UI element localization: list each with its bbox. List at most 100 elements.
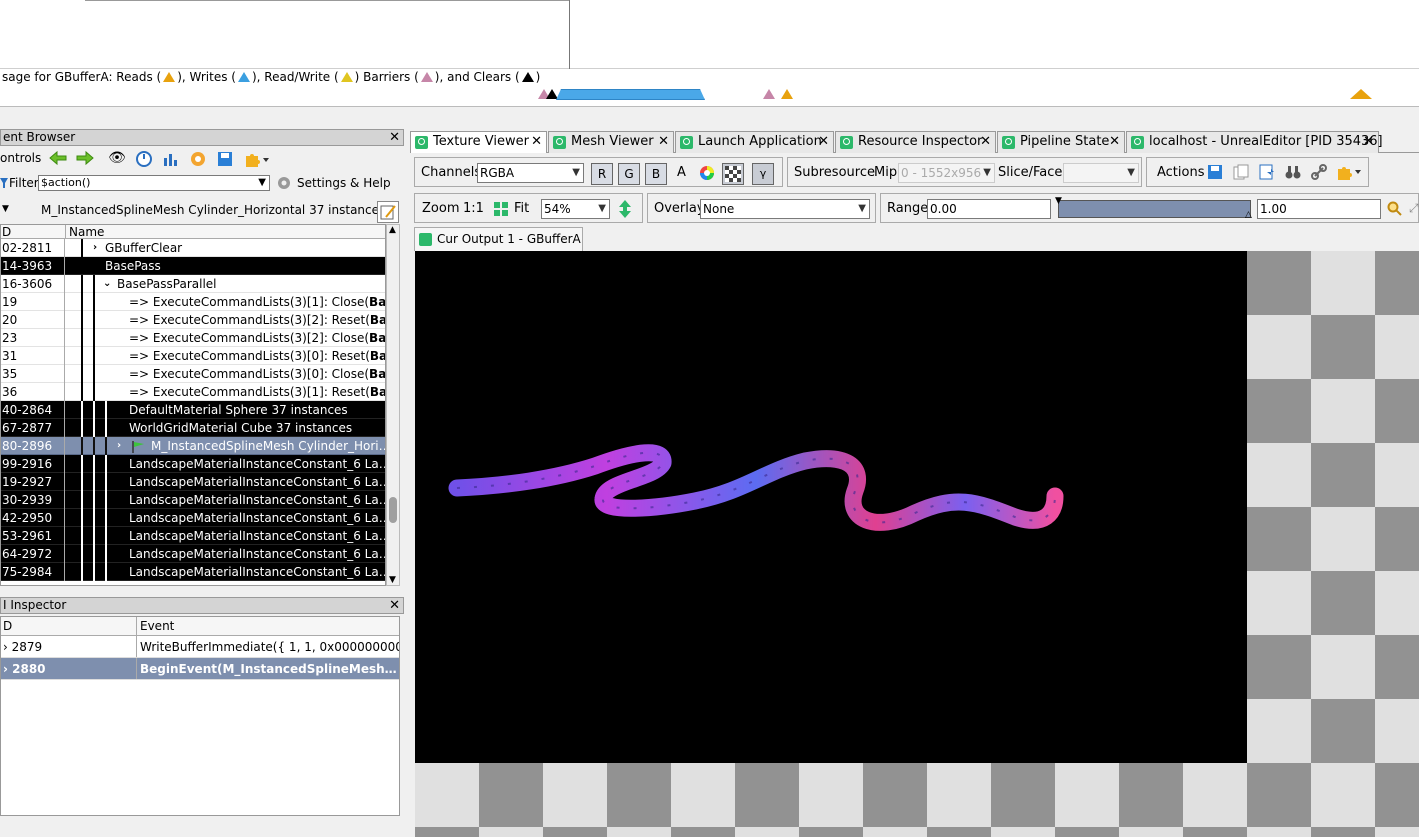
back-arrow-icon[interactable] — [48, 150, 68, 168]
channels-select[interactable]: RGBA ▼ — [477, 163, 584, 183]
read-marker-icon[interactable] — [781, 89, 793, 99]
auto-range-magnifier-icon[interactable] — [1387, 201, 1403, 220]
range-min-input[interactable]: 0.00 — [927, 199, 1051, 219]
chevron-right-icon[interactable]: › — [93, 239, 97, 257]
slice-select[interactable]: ▼ — [1063, 163, 1139, 183]
forward-arrow-icon[interactable] — [75, 150, 95, 168]
table-row[interactable]: 40-2864 DefaultMaterial Sphere 37 instanc… — [1, 401, 385, 419]
save-icon[interactable] — [216, 150, 234, 171]
table-row[interactable]: 64-2972 LandscapeMaterialInstanceConstant… — [1, 545, 385, 563]
filter-input[interactable]: $action() ▼ — [38, 175, 270, 191]
output-tab[interactable]: Cur Output 1 - GBufferA — [414, 227, 583, 251]
close-icon[interactable]: ✕ — [1109, 132, 1120, 152]
checkerboard-toggle[interactable] — [722, 163, 744, 185]
breadcrumb-current[interactable]: M_InstancedSplineMesh Cylinder_Horizonta… — [41, 203, 385, 217]
timer-icon[interactable] — [135, 150, 153, 171]
close-icon[interactable]: ✕ — [531, 132, 542, 152]
tab-launch-application[interactable]: Launch Application ✕ — [675, 131, 834, 153]
chevron-down-icon[interactable]: ▼ — [2, 204, 9, 214]
column-header-name[interactable]: Name — [69, 225, 104, 239]
range-min-handle[interactable]: ▼ — [1055, 196, 1062, 206]
chevron-right-icon[interactable]: › — [117, 437, 121, 455]
channel-g-toggle[interactable]: G — [618, 163, 640, 185]
reset-range-icon[interactable]: ⤢ — [1409, 201, 1419, 216]
table-row[interactable]: 42-2950 LandscapeMaterialInstanceConstant… — [1, 509, 385, 527]
table-row[interactable]: 14-3963 BasePass — [1, 257, 385, 275]
tab-pipeline-state[interactable]: Pipeline State ✕ — [997, 131, 1125, 153]
puzzle-extensions-icon[interactable] — [243, 150, 269, 171]
gear-icon[interactable] — [276, 175, 292, 194]
save-icon[interactable] — [1207, 164, 1223, 183]
edit-note-icon[interactable] — [377, 201, 399, 223]
table-row[interactable]: 53-2961 LandscapeMaterialInstanceConstant… — [1, 527, 385, 545]
column-header-eid[interactable]: D — [2, 225, 11, 239]
table-row[interactable]: 75-2984 LandscapeMaterialInstanceConstant… — [1, 563, 385, 581]
range-max-handle[interactable]: △ — [1245, 210, 1252, 220]
column-header-eid[interactable]: D — [3, 617, 137, 635]
channel-a-toggle[interactable]: A — [677, 165, 686, 180]
stats-icon[interactable] — [162, 150, 180, 171]
write-range-bar[interactable] — [556, 89, 705, 100]
zoom-1to1-button[interactable]: 1:1 — [463, 201, 484, 216]
puzzle-extensions-icon[interactable] — [1337, 164, 1365, 183]
color-wheel-icon[interactable] — [698, 164, 716, 185]
settings-help-button[interactable]: Settings & Help — [297, 176, 391, 190]
range-slider[interactable] — [1058, 200, 1251, 218]
tab-unreal-editor[interactable]: localhost - UnrealEditor [PID 35436] ✕ — [1126, 131, 1383, 153]
overlay-select[interactable]: None ▼ — [700, 199, 870, 219]
table-row[interactable]: 67-2877 WorldGridMaterial Cube 37 instanc… — [1, 419, 385, 437]
table-row[interactable]: 99-2916 LandscapeMaterialInstanceConstant… — [1, 455, 385, 473]
tab-texture-viewer[interactable]: Texture Viewer ✕ — [410, 131, 547, 153]
clear-marker-icon[interactable] — [546, 89, 558, 99]
bookmark-flower-icon[interactable] — [189, 150, 207, 171]
mip-select[interactable]: 0 - 1552x956 ▼ — [898, 163, 995, 183]
range-max-input[interactable]: 1.00 — [1257, 199, 1381, 219]
tab-mesh-viewer[interactable]: Mesh Viewer ✕ — [548, 131, 674, 153]
table-row[interactable]: 16-3606 ⌄ BasePassParallel — [1, 275, 385, 293]
table-row[interactable]: 36 => ExecuteCommandLists(3)[1]: Reset(Ba… — [1, 383, 385, 401]
table-row[interactable]: 30-2939 LandscapeMaterialInstanceConstant… — [1, 491, 385, 509]
chevron-down-icon[interactable]: ⌄ — [103, 275, 111, 293]
read-marker-icon[interactable] — [1350, 89, 1372, 99]
channel-b-toggle[interactable]: B — [645, 163, 667, 185]
table-row[interactable]: 20 => ExecuteCommandLists(3)[2]: Reset(Ba… — [1, 311, 385, 329]
table-row[interactable]: 19 => ExecuteCommandLists(3)[1]: Close(Ba… — [1, 293, 385, 311]
close-icon[interactable]: ✕ — [1363, 132, 1374, 152]
close-icon[interactable]: ✕ — [658, 132, 669, 152]
find-binoculars-icon[interactable] — [1285, 164, 1301, 183]
table-row[interactable]: 80-2896 › M_InstancedSplineMesh Cylinder_H… — [1, 437, 385, 455]
scroll-up-icon[interactable]: ▲ — [389, 225, 396, 235]
table-row-selected[interactable]: › 2880 BeginEvent(M_InstancedSplineMesh… — [1, 658, 399, 680]
scrollbar-thumb[interactable] — [389, 497, 397, 523]
chevron-down-icon[interactable]: ▼ — [258, 176, 266, 190]
link-icon[interactable] — [1311, 164, 1327, 183]
scroll-down-icon[interactable]: ▼ — [389, 575, 396, 585]
copy-icon[interactable] — [1233, 164, 1249, 183]
fit-button[interactable]: Fit — [514, 201, 529, 216]
table-row[interactable]: 19-2927 LandscapeMaterialInstanceConstant… — [1, 473, 385, 491]
open-in-icon[interactable] — [1259, 164, 1275, 183]
find-binoculars-icon[interactable]: 👁 — [108, 149, 126, 167]
table-row[interactable]: 31 => ExecuteCommandLists(3)[0]: Reset(Ba… — [1, 347, 385, 365]
zoom-select[interactable]: 54% ▼ — [541, 199, 610, 219]
close-icon[interactable]: ✕ — [818, 132, 829, 152]
fit-icon[interactable] — [493, 201, 509, 220]
table-row[interactable]: 35 => ExecuteCommandLists(3)[0]: Close(Ba… — [1, 365, 385, 383]
column-header-event[interactable]: Event — [140, 617, 399, 635]
channel-r-toggle[interactable]: R — [591, 163, 613, 185]
vertical-scrollbar[interactable]: ▲ ▼ — [386, 224, 400, 586]
barrier-marker-icon[interactable] — [763, 89, 775, 99]
splitter[interactable] — [569, 0, 570, 69]
tab-resource-inspector[interactable]: Resource Inspector ✕ — [835, 131, 996, 153]
resource-usage-timeline[interactable]: sage for GBufferA: Reads (), Writes (), … — [0, 69, 1419, 107]
table-row[interactable]: › 2879 WriteBufferImmediate({ 1, 1, 0x00… — [1, 636, 399, 658]
close-icon[interactable]: ✕ — [389, 598, 400, 613]
close-icon[interactable]: ✕ — [389, 130, 400, 145]
table-row[interactable]: 02-2811 › GBufferClear — [1, 239, 385, 257]
table-row[interactable]: 23 => ExecuteCommandLists(3)[2]: Close(Ba… — [1, 329, 385, 347]
texture-canvas[interactable] — [415, 251, 1419, 837]
gamma-toggle[interactable]: γ — [752, 163, 774, 185]
column-divider[interactable] — [65, 225, 66, 239]
flip-vertical-icon[interactable] — [618, 199, 632, 222]
close-icon[interactable]: ✕ — [980, 132, 991, 152]
